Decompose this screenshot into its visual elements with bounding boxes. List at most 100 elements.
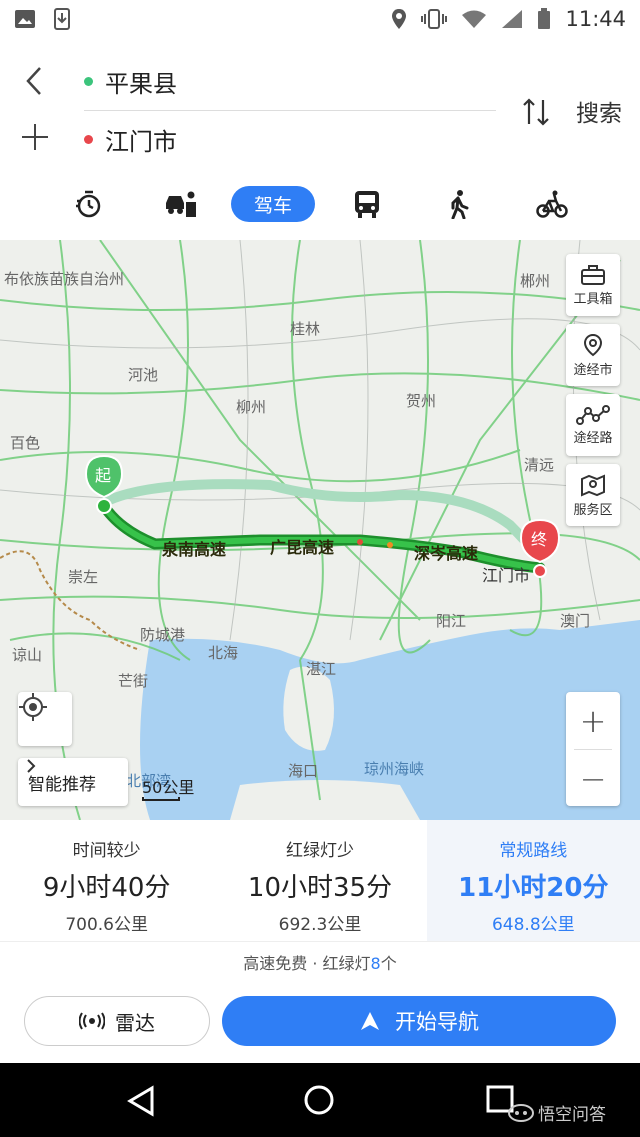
status-bar: 11:44 (0, 0, 640, 38)
route-option-fewer-lights[interactable]: 红绿灯少 10小时35分 692.3公里 (213, 820, 426, 941)
radar-button[interactable]: 雷达 (24, 996, 210, 1046)
map-label: 琼州海峡 (364, 760, 425, 778)
zoom-control: + − (566, 692, 620, 806)
tab-driving-label: 驾车 (253, 194, 292, 217)
service-area-label: 服务区 (573, 502, 613, 518)
via-city-label: 途经市 (573, 362, 613, 378)
battery-icon (538, 8, 551, 29)
transport-mode-bar: 驾车 (0, 168, 640, 240)
map-label: 河池 (128, 366, 159, 384)
map-label: 崇左 (68, 568, 99, 586)
tab-driving[interactable]: 驾车 (231, 186, 315, 222)
map-label: 阳江 (436, 612, 467, 630)
route-option-duration: 10小时35分 (247, 873, 393, 903)
service-area-button[interactable]: 服务区 (566, 464, 620, 526)
service-map-icon (581, 473, 605, 497)
map-label: 桂林 (290, 320, 321, 338)
route-option-label: 常规路线 (499, 841, 568, 861)
swap-icon[interactable] (520, 94, 552, 130)
back-icon[interactable] (18, 62, 50, 100)
destination-map-label: 江门市 (482, 566, 531, 585)
walk-tab[interactable] (442, 186, 476, 222)
wifi-icon (462, 10, 487, 28)
watermark: 悟空问答 (508, 1100, 606, 1125)
chevron-right-icon (27, 759, 36, 773)
search-button[interactable]: 搜索 (576, 94, 622, 128)
watermark-text: 悟空问答 (538, 1105, 606, 1125)
highway-label: 深岑高速 (414, 544, 479, 563)
route-option-duration: 9小时40分 (42, 873, 171, 903)
clock: 11:44 (565, 7, 626, 31)
locate-icon (19, 693, 47, 721)
route-header: 平果县 江门市 搜索 (0, 38, 640, 168)
map-label: 防城港 (140, 626, 186, 644)
end-point-label: 江门市 (105, 128, 177, 156)
radar-label: 雷达 (115, 1010, 155, 1035)
toolbox-label: 工具箱 (573, 291, 613, 307)
system-home-icon[interactable] (302, 1083, 336, 1117)
toolbox-button[interactable]: 工具箱 (566, 254, 620, 316)
map-view[interactable]: 布依族苗族自治州 郴州 桂林 河池 柳州 贺州 百色 清远 崇左 防城港 北海 … (0, 240, 640, 820)
smart-recommend-button[interactable]: 智能推荐 (18, 758, 128, 806)
map-label: 布依族苗族自治州 (4, 270, 125, 288)
route-points-icon (576, 404, 610, 425)
map-label: 柳州 (236, 398, 267, 416)
navigation-arrow-icon (361, 1012, 379, 1030)
locate-button[interactable] (18, 692, 72, 746)
system-back-icon[interactable] (126, 1085, 156, 1117)
route-option-distance: 700.6公里 (65, 915, 148, 935)
via-city-button[interactable]: 途经市 (566, 324, 620, 386)
scale-label: 50公里 (142, 778, 195, 797)
map-label: 澳门 (560, 612, 591, 630)
carpool-icon (166, 191, 196, 217)
toolbox-icon (581, 264, 605, 285)
route-option-duration: 11小时20分 (458, 873, 609, 903)
map-label: 百色 (10, 434, 41, 452)
signal-icon (502, 10, 523, 28)
route-summary-prefix: 高速免费 · 红绿灯 (243, 954, 371, 973)
download-notification-icon (54, 8, 70, 30)
start-point-field[interactable]: 平果县 (84, 64, 177, 99)
start-navigation-label: 开始导航 (395, 1010, 479, 1034)
radar-icon (79, 1012, 105, 1030)
ride-hailing-tab[interactable] (160, 186, 200, 222)
vibrate-icon (421, 9, 448, 29)
end-marker-label: 终 (531, 530, 548, 549)
start-marker-label: 起 (95, 466, 112, 485)
scale-bar (142, 797, 180, 801)
route-option-label: 时间较少 (72, 841, 141, 861)
pin-icon (583, 333, 603, 356)
add-waypoint-icon[interactable] (18, 118, 52, 156)
zoom-in-button[interactable]: + (566, 692, 620, 749)
traffic-light-count: 8 (370, 954, 381, 973)
end-dot (84, 135, 93, 144)
divider (84, 110, 496, 111)
taxi-timer-tab[interactable] (70, 186, 106, 222)
map-label: 芒街 (118, 672, 149, 690)
walk-icon (451, 190, 469, 219)
map-label: 清远 (524, 456, 555, 474)
route-options: 时间较少 9小时40分 700.6公里 红绿灯少 10小时35分 692.3公里… (0, 820, 640, 942)
smart-recommend-label: 智能推荐 (28, 774, 96, 795)
gallery-notification-icon (15, 10, 35, 28)
via-road-button[interactable]: 途经路 (566, 394, 620, 456)
bus-tab[interactable] (350, 186, 384, 222)
map-label: 谅山 (12, 646, 43, 664)
bike-tab[interactable] (534, 186, 570, 222)
end-point-field[interactable]: 江门市 (84, 122, 177, 157)
highway-label: 广昆高速 (270, 538, 335, 557)
zoom-out-button[interactable]: − (566, 750, 620, 807)
location-icon (392, 9, 407, 29)
route-summary: 高速免费 · 红绿灯8个 (0, 950, 640, 974)
map-label: 海口 (288, 762, 319, 780)
start-navigation-button[interactable]: 开始导航 (222, 996, 616, 1046)
bus-icon (355, 191, 379, 218)
start-point-label: 平果县 (105, 70, 177, 98)
via-road-label: 途经路 (573, 430, 613, 446)
route-option-fastest[interactable]: 时间较少 9小时40分 700.6公里 (0, 820, 213, 941)
wukong-logo-icon (508, 1103, 534, 1122)
route-option-distance: 648.8公里 (491, 915, 575, 935)
route-option-distance: 692.3公里 (278, 915, 362, 935)
route-option-regular[interactable]: 常规路线 11小时20分 648.8公里 (426, 820, 640, 941)
highway-label: 泉南高速 (162, 540, 227, 559)
